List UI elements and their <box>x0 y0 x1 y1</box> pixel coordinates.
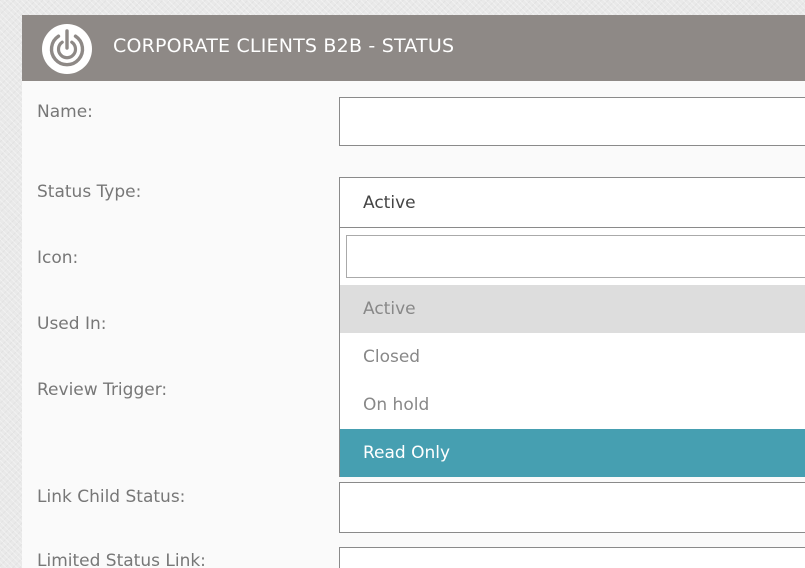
link-child-status-label: Link Child Status: <box>37 487 186 507</box>
dropdown-search-input[interactable] <box>346 235 805 278</box>
status-type-label: Status Type: <box>37 182 142 202</box>
status-type-dropdown: Active Closed On hold Read Only <box>339 228 805 477</box>
limited-status-link-label: Limited Status Link: <box>37 551 206 568</box>
dialog-title: CORPORATE CLIENTS B2B - STATUS <box>113 35 455 57</box>
status-dialog: CORPORATE CLIENTS B2B - STATUS Name: Sta… <box>22 15 805 568</box>
limited-status-link-input[interactable] <box>339 547 805 568</box>
name-input[interactable] <box>339 97 805 146</box>
icon-label: Icon: <box>37 248 79 268</box>
link-child-status-input[interactable] <box>339 482 805 533</box>
option-read-only[interactable]: Read Only <box>340 429 805 477</box>
app-logo-icon <box>42 24 92 74</box>
dialog-header: CORPORATE CLIENTS B2B - STATUS <box>22 15 805 81</box>
option-on-hold[interactable]: On hold <box>340 381 805 429</box>
used-in-label: Used In: <box>37 314 107 334</box>
name-label: Name: <box>37 102 93 122</box>
review-trigger-label: Review Trigger: <box>37 380 168 400</box>
status-type-selected-value: Active <box>363 193 416 213</box>
status-type-select[interactable]: Active <box>339 177 805 228</box>
option-active[interactable]: Active <box>340 285 805 333</box>
option-closed[interactable]: Closed <box>340 333 805 381</box>
